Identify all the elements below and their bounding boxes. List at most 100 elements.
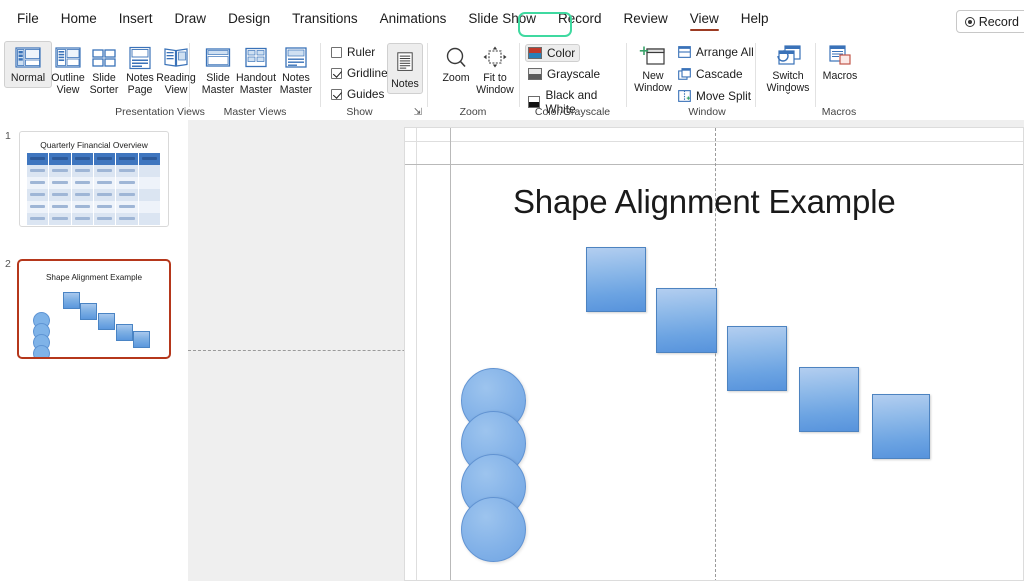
table-cell <box>138 177 161 189</box>
button-label: Arrange All <box>696 45 754 59</box>
arrange-all-button[interactable]: Arrange All <box>675 43 759 61</box>
tab-view[interactable]: View <box>679 0 730 37</box>
table-cell <box>71 213 94 225</box>
tab-file[interactable]: File <box>6 0 50 37</box>
switch-windows-icon <box>777 45 801 65</box>
table-cell <box>116 213 139 225</box>
table-row <box>27 213 161 225</box>
chevron-down-icon[interactable]: ⌄ <box>784 86 792 98</box>
checkbox-box-icon <box>331 67 342 79</box>
dialog-launcher-icon[interactable]: ⇲ <box>414 107 422 118</box>
tab-slide-show[interactable]: Slide Show <box>457 0 547 37</box>
table-cell <box>138 165 161 177</box>
tab-label: Transitions <box>292 11 358 26</box>
slide-thumbnail-1[interactable]: Quarterly Financial Overview <box>19 131 169 227</box>
table-cell <box>71 177 94 189</box>
ruler-checkbox[interactable]: Ruler <box>331 45 375 59</box>
tab-label: Draw <box>174 11 207 26</box>
slide-canvas-area[interactable]: Shape Alignment Example <box>188 120 1024 581</box>
move-split-icon <box>678 90 691 102</box>
fit-to-window-button[interactable]: Fit to Window <box>471 41 519 99</box>
table-cell <box>49 189 72 201</box>
macros-button[interactable]: Macros <box>816 39 864 86</box>
group-label-window: Window <box>688 106 726 118</box>
tab-insert[interactable]: Insert <box>108 0 164 37</box>
ribbon-group-show: Ruler Gridlines Guides Notes Show ⇲ <box>321 37 426 120</box>
table-row <box>27 153 161 165</box>
group-label-zoom: Zoom <box>459 106 487 118</box>
slide-editing-surface[interactable]: Shape Alignment Example <box>404 127 1024 581</box>
ribbon: Normal Outline View Slide Sorter Notes P… <box>0 37 1024 121</box>
slide-square-3[interactable] <box>727 326 787 391</box>
table-row <box>27 189 161 201</box>
cascade-button[interactable]: Cascade <box>675 65 748 83</box>
tab-animations[interactable]: Animations <box>369 0 458 37</box>
notes-master-button[interactable]: Notes Master <box>272 41 320 99</box>
tab-label: Slide Show <box>468 11 536 26</box>
tab-record[interactable]: Record <box>547 0 613 37</box>
slide-square-1[interactable] <box>586 247 646 312</box>
slide-title-text[interactable]: Shape Alignment Example <box>513 183 896 221</box>
thumbnail-square <box>98 313 115 330</box>
table-cell <box>93 153 117 165</box>
table-cell <box>71 165 94 177</box>
slide-square-4[interactable] <box>799 367 859 432</box>
button-label: Normal <box>10 72 46 84</box>
switch-windows-button[interactable]: Switch Windows ⌄ <box>761 39 815 101</box>
table-cell <box>49 201 72 213</box>
tab-label: Help <box>740 11 769 26</box>
ribbon-group-switch-windows: Switch Windows ⌄ <box>756 37 816 120</box>
table-cell <box>138 153 161 165</box>
record-button-label: Record <box>978 14 1019 29</box>
table-cell <box>27 189 50 201</box>
button-label: Cascade <box>696 67 743 81</box>
gridlines-checkbox[interactable]: Gridlines <box>331 66 394 80</box>
table-cell <box>116 165 139 177</box>
cascade-icon <box>678 68 691 80</box>
button-label: Grayscale <box>547 67 601 81</box>
tab-design[interactable]: Design <box>217 0 281 37</box>
notes-page-icon <box>129 46 151 70</box>
tab-label: Review <box>623 11 668 26</box>
tab-draw[interactable]: Draw <box>164 0 218 37</box>
thumbnail-1-title: Quarterly Financial Overview <box>40 140 148 150</box>
slide-square-5[interactable] <box>872 394 930 459</box>
group-label-color-grayscale: Color/Grayscale <box>534 106 611 118</box>
button-label: Notes <box>391 78 419 90</box>
button-label: Zoom <box>442 72 470 84</box>
thumbnail-2-title: Shape Alignment Example <box>45 273 143 282</box>
button-label: Fit to Window <box>476 72 514 96</box>
slide-circle-4[interactable] <box>461 497 526 562</box>
ribbon-group-color-grayscale: Color Grayscale Black and White Color/Gr… <box>520 37 625 120</box>
guides-checkbox[interactable]: Guides <box>331 87 384 101</box>
table-cell <box>49 153 72 165</box>
move-split-button[interactable]: Move Split <box>675 87 756 105</box>
slide-number-2: 2 <box>5 258 11 270</box>
table-cell <box>27 153 50 165</box>
table-cell <box>27 165 50 177</box>
slide-thumbnail-pane[interactable]: 1 Quarterly Financial Overview 2 Shape A… <box>0 120 189 581</box>
ribbon-group-macros: Macros Macros <box>816 37 862 120</box>
notes-icon <box>397 52 413 71</box>
tab-transitions[interactable]: Transitions <box>281 0 369 37</box>
button-label: Notes Master <box>279 72 313 96</box>
tab-help[interactable]: Help <box>730 0 780 37</box>
thumbnail-square <box>80 303 97 320</box>
checkbox-label: Ruler <box>347 45 376 59</box>
record-button[interactable]: Record <box>955 10 1024 33</box>
color-button[interactable]: Color <box>525 44 581 62</box>
normal-view-icon <box>15 47 41 68</box>
checkbox-box-icon <box>331 88 342 100</box>
slide-thumbnail-2[interactable]: Shape Alignment Example <box>17 259 171 359</box>
notes-button[interactable]: Notes <box>387 43 423 94</box>
tab-home[interactable]: Home <box>50 0 108 37</box>
grayscale-button[interactable]: Grayscale <box>525 65 605 83</box>
tab-review[interactable]: Review <box>613 0 679 37</box>
tab-label: Animations <box>379 11 447 26</box>
button-label: Color <box>547 46 576 60</box>
notes-master-icon <box>285 47 307 68</box>
tab-label: Insert <box>118 11 153 26</box>
new-window-button[interactable]: New Window <box>629 39 677 97</box>
slide-square-2[interactable] <box>656 288 717 353</box>
button-label: Move Split <box>696 89 752 103</box>
